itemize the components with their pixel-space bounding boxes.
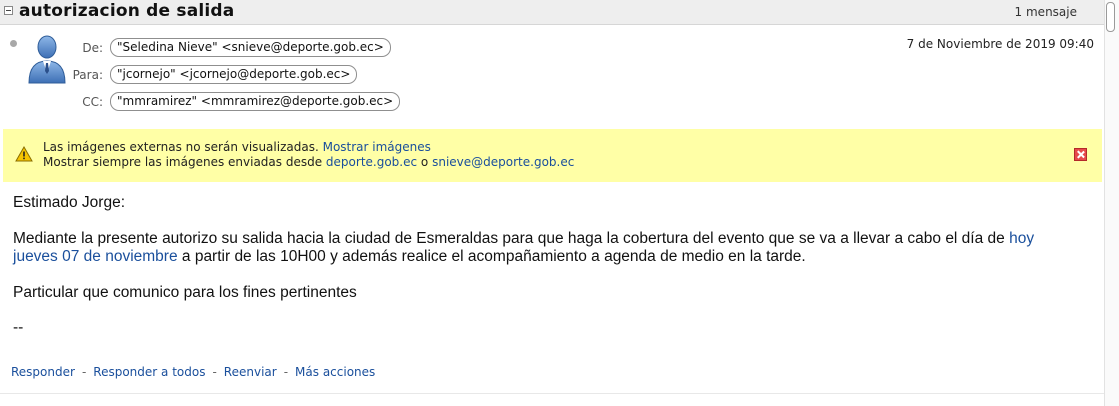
cc-address[interactable]: "mmramirez" <mmramirez@deporte.gob.ec> (110, 92, 401, 111)
warning-text: Las imágenes externas no serán visualiza… (43, 140, 319, 154)
separator: - (81, 365, 87, 379)
always-show-sender-link[interactable]: snieve@deporte.gob.ec (432, 155, 574, 169)
thread-header: autorizacion de salida 1 mensaje (0, 0, 1104, 25)
close-warning-icon[interactable] (1074, 148, 1087, 161)
message-actions: Responder - Responder a todos - Reenviar - Más… (11, 365, 375, 379)
greeting: Estimado Jorge: (13, 194, 125, 211)
closing-line: Particular que comunico para los fines p… (13, 284, 357, 301)
reply-button[interactable]: Responder (11, 365, 75, 379)
or-text: o (420, 155, 429, 169)
reply-all-button[interactable]: Responder a todos (93, 365, 205, 379)
cc-label: CC: (82, 95, 103, 109)
from-address[interactable]: "Seledina Nieve" <snieve@deporte.gob.ec> (110, 38, 391, 57)
to-address[interactable]: "jcornejo" <jcornejo@deporte.gob.ec> (110, 65, 358, 84)
scrollbar-thumb[interactable] (1106, 2, 1115, 32)
body-text: a partir de las 10H00 y además realice e… (181, 248, 806, 265)
message-date: 7 de Noviembre de 2019 09:40 (906, 37, 1094, 51)
always-show-domain-link[interactable]: deporte.gob.ec (326, 155, 417, 169)
forward-button[interactable]: Reenviar (224, 365, 277, 379)
always-show-text: Mostrar siempre las imágenes enviadas de… (43, 155, 323, 169)
warning-icon (15, 146, 33, 162)
thread-subject: autorizacion de salida (19, 1, 235, 21)
body-text: Mediante la presente autorizo su salida … (13, 230, 1005, 247)
warning-line-2: Mostrar siempre las imágenes enviadas de… (43, 155, 574, 169)
scrollbar[interactable] (1104, 0, 1119, 406)
unread-dot-icon (10, 40, 17, 47)
show-images-link[interactable]: Mostrar imágenes (323, 140, 431, 154)
separator: - (212, 365, 217, 379)
from-label: De: (82, 41, 103, 55)
signature-separator: -- (13, 319, 24, 336)
to-label: Para: (72, 68, 103, 82)
more-actions-button[interactable]: Más acciones (295, 365, 375, 379)
body-paragraph-line-2: jueves 07 de noviembre a partir de las 1… (13, 248, 806, 266)
warning-line-1: Las imágenes externas no serán visualiza… (43, 140, 431, 154)
divider (0, 393, 1104, 394)
body-paragraph-line-1: Mediante la presente autorizo su salida … (13, 230, 1034, 248)
separator: - (283, 365, 289, 379)
collapse-icon[interactable] (4, 6, 13, 15)
date-link-hoy[interactable]: hoy (1009, 230, 1034, 247)
date-link-jueves[interactable]: jueves 07 de noviembre (13, 248, 178, 265)
external-images-warning: Las imágenes externas no serán visualiza… (3, 129, 1102, 182)
message-count: 1 mensaje (1014, 5, 1077, 19)
